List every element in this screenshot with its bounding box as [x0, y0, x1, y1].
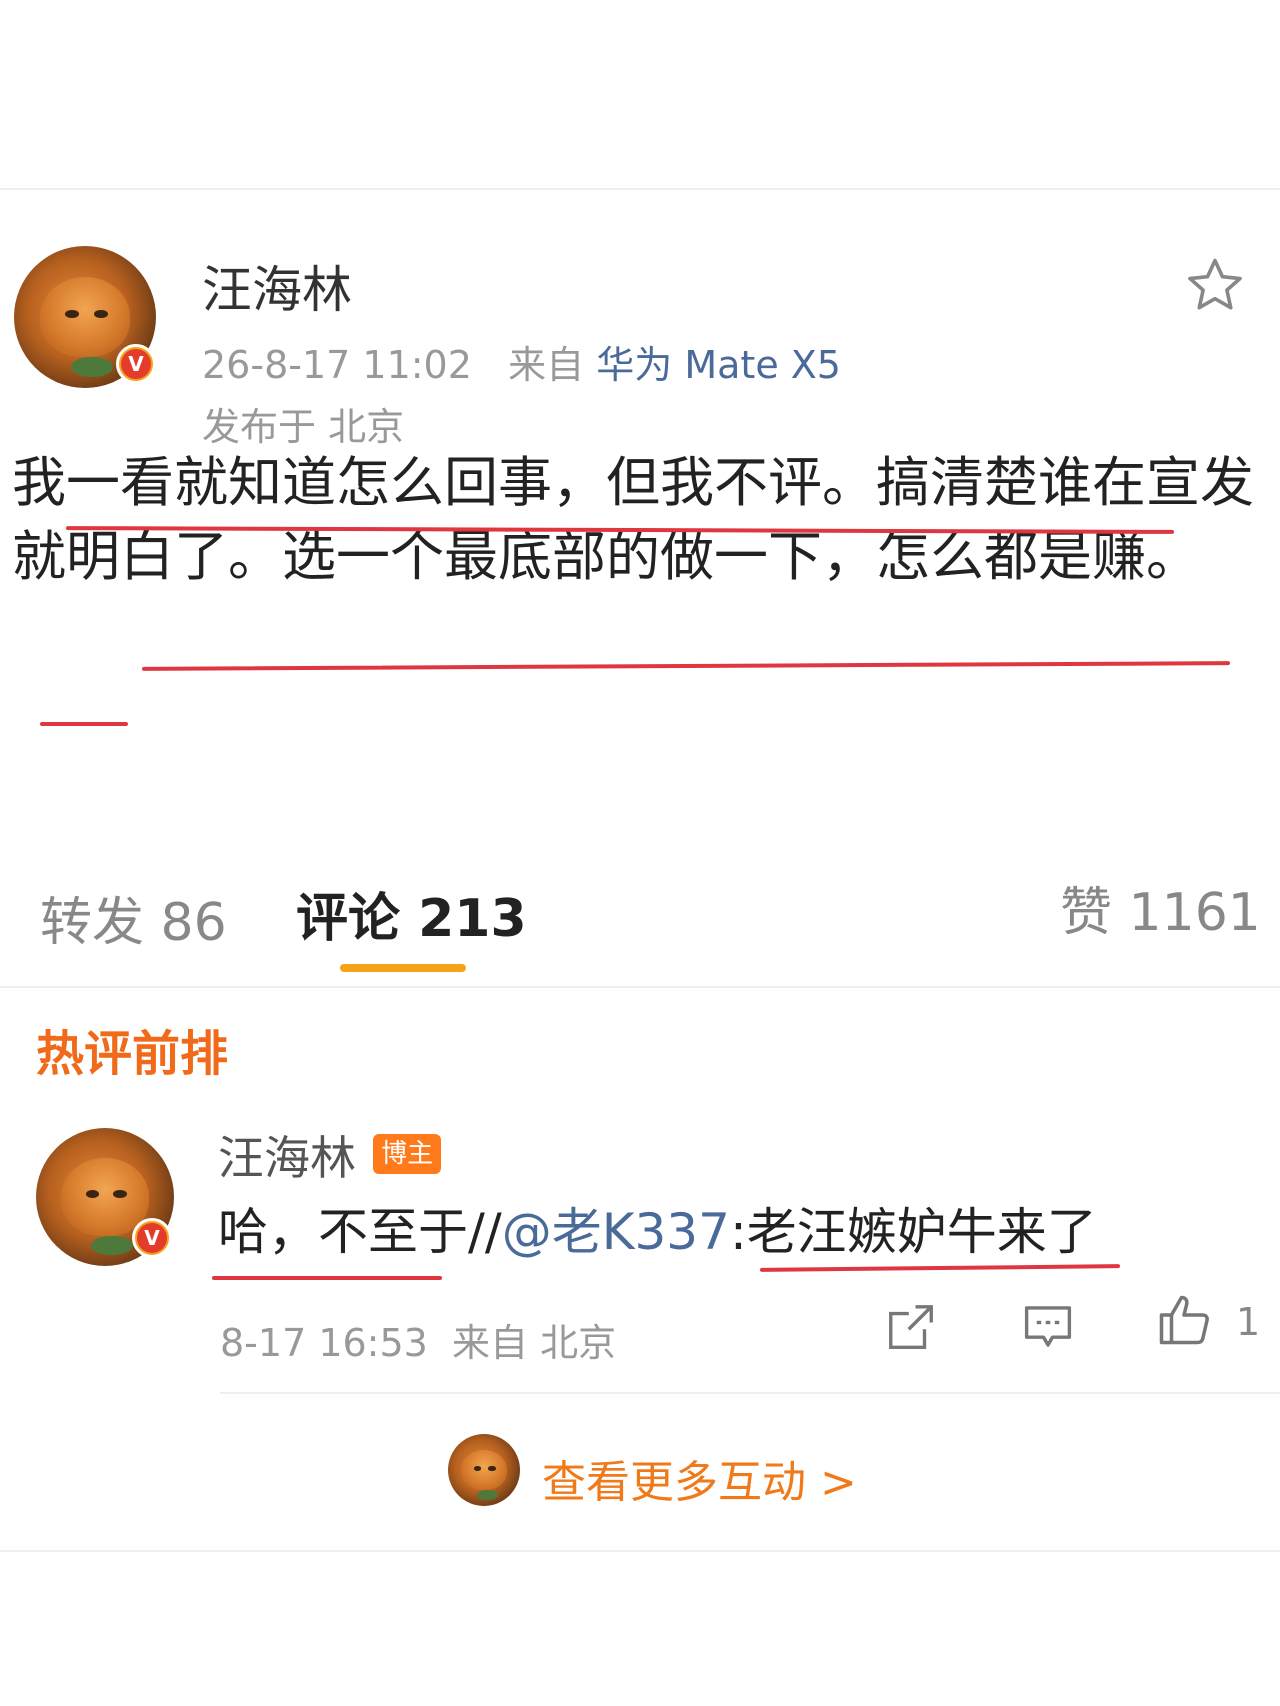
post-device-link[interactable]: 华为 Mate X5: [596, 343, 841, 387]
tab-active-indicator: [340, 964, 466, 972]
post-author-name[interactable]: 汪海林: [202, 250, 352, 322]
post-location: 发布于 北京: [202, 405, 405, 449]
thumbs-up-icon[interactable]: [1154, 1290, 1214, 1350]
verified-badge-icon: V: [116, 344, 156, 384]
more-interactions-avatar: [448, 1434, 520, 1506]
tab-repost[interactable]: 转发 86: [40, 880, 227, 955]
top-divider: [0, 188, 1280, 190]
annotation-underline: [141, 661, 1231, 671]
comment-icon[interactable]: [1020, 1300, 1076, 1354]
comment-mention-link[interactable]: @老K337: [502, 1203, 730, 1261]
comment-text-after: :老汪嫉妒牛来了: [729, 1203, 1097, 1261]
comment-author-name[interactable]: 汪海林: [218, 1131, 356, 1185]
comment-meta-line: 8-17 16:53 来自 北京: [220, 1312, 616, 1367]
post-source-prefix: 来自: [508, 343, 585, 387]
comment-text: 哈，不至于//@老K337:老汪嫉妒牛来了: [218, 1192, 1097, 1264]
annotation-underline: [212, 1276, 442, 1280]
comment-text-before: 哈，不至于//: [218, 1203, 502, 1261]
post-meta-line: 26-8-17 11:02 来自 华为 Mate X5: [202, 334, 841, 389]
comment-time: 8-17 16:53: [220, 1321, 428, 1365]
star-outline-icon[interactable]: [1184, 254, 1246, 316]
like-count: 1: [1236, 1300, 1261, 1344]
more-interactions-link[interactable]: 查看更多互动 >: [542, 1446, 857, 1510]
hot-comments-heading: 热评前排: [36, 1026, 229, 1082]
comment-author-row: 汪海林 博主: [218, 1122, 442, 1188]
tab-comments[interactable]: 评论 213: [296, 876, 527, 951]
bottom-divider: [0, 1550, 1280, 1552]
annotation-underline: [759, 1264, 1121, 1272]
post-body-text: 我一看就知道怎么回事，但我不评。搞清楚谁在宣发就明白了。选一个最底部的做一下，怎…: [12, 451, 1254, 588]
comment-source: 来自 北京: [452, 1321, 617, 1365]
tabs-divider: [0, 986, 1280, 988]
share-icon[interactable]: [884, 1300, 938, 1354]
tab-likes[interactable]: 赞 1161: [1060, 870, 1261, 945]
blogger-badge: 博主: [373, 1134, 442, 1174]
post-date: 26-8-17 11:02: [202, 343, 472, 387]
verified-badge-icon: V: [132, 1218, 172, 1258]
annotation-underline: [40, 722, 128, 726]
comment-divider: [220, 1392, 1280, 1394]
